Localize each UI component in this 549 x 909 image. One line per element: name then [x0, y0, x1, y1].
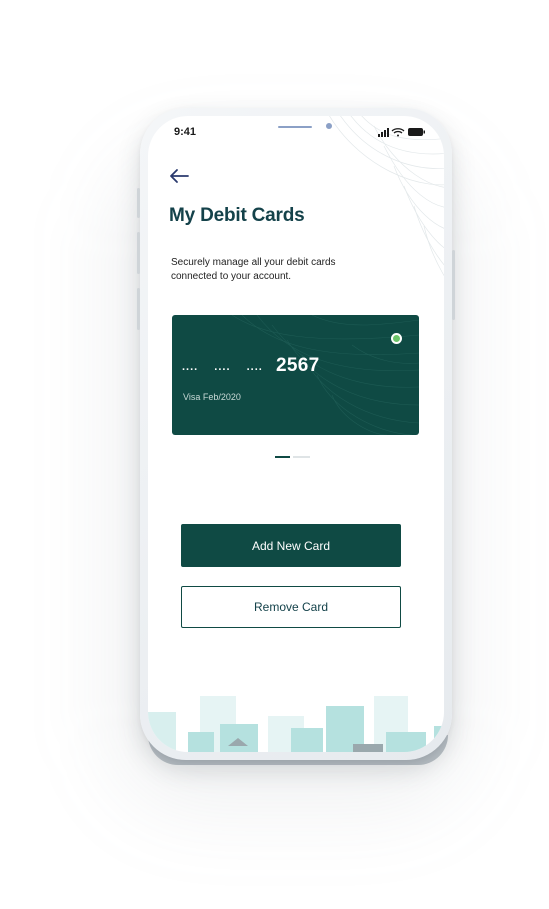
add-new-card-button[interactable]: Add New Card [181, 524, 401, 567]
remove-card-button[interactable]: Remove Card [181, 586, 401, 628]
card-number-mask: .... .... .... [182, 361, 275, 373]
app-screen: 9:41 My Debit Cards Securely manage all … [148, 116, 444, 752]
mockup-stage: 9:41 My Debit Cards Securely manage all … [0, 0, 549, 909]
status-time: 9:41 [174, 126, 197, 138]
phone-power-button [452, 250, 455, 320]
notch-speaker [278, 126, 312, 128]
card-mask-group: .... [182, 361, 199, 373]
card-pager [275, 456, 315, 459]
page-subtitle: Securely manage all your debit cards con… [171, 257, 336, 282]
wifi-icon [391, 128, 405, 137]
pager-indicator-active[interactable] [275, 456, 290, 458]
phone-mute-switch [137, 188, 140, 218]
signal-icon [378, 128, 389, 137]
card-mask-group: .... [214, 361, 231, 373]
card-active-indicator [391, 333, 402, 344]
battery-icon [408, 128, 425, 136]
phone-volume-down [137, 288, 140, 330]
card-mask-group: .... [246, 361, 263, 373]
debit-card[interactable]: .... .... .... 2567 Visa Feb/2020 [172, 315, 419, 435]
status-icons [378, 128, 425, 137]
notch-camera [326, 123, 332, 129]
page-title: My Debit Cards [169, 205, 305, 226]
card-last-four: 2567 [276, 355, 320, 376]
status-bar: 9:41 [148, 116, 444, 146]
pager-indicator[interactable] [293, 456, 310, 458]
arrow-left-icon[interactable] [168, 168, 190, 184]
card-network-expiry: Visa Feb/2020 [183, 392, 241, 402]
phone-volume-up [137, 232, 140, 274]
city-skyline-illustration [148, 696, 444, 752]
